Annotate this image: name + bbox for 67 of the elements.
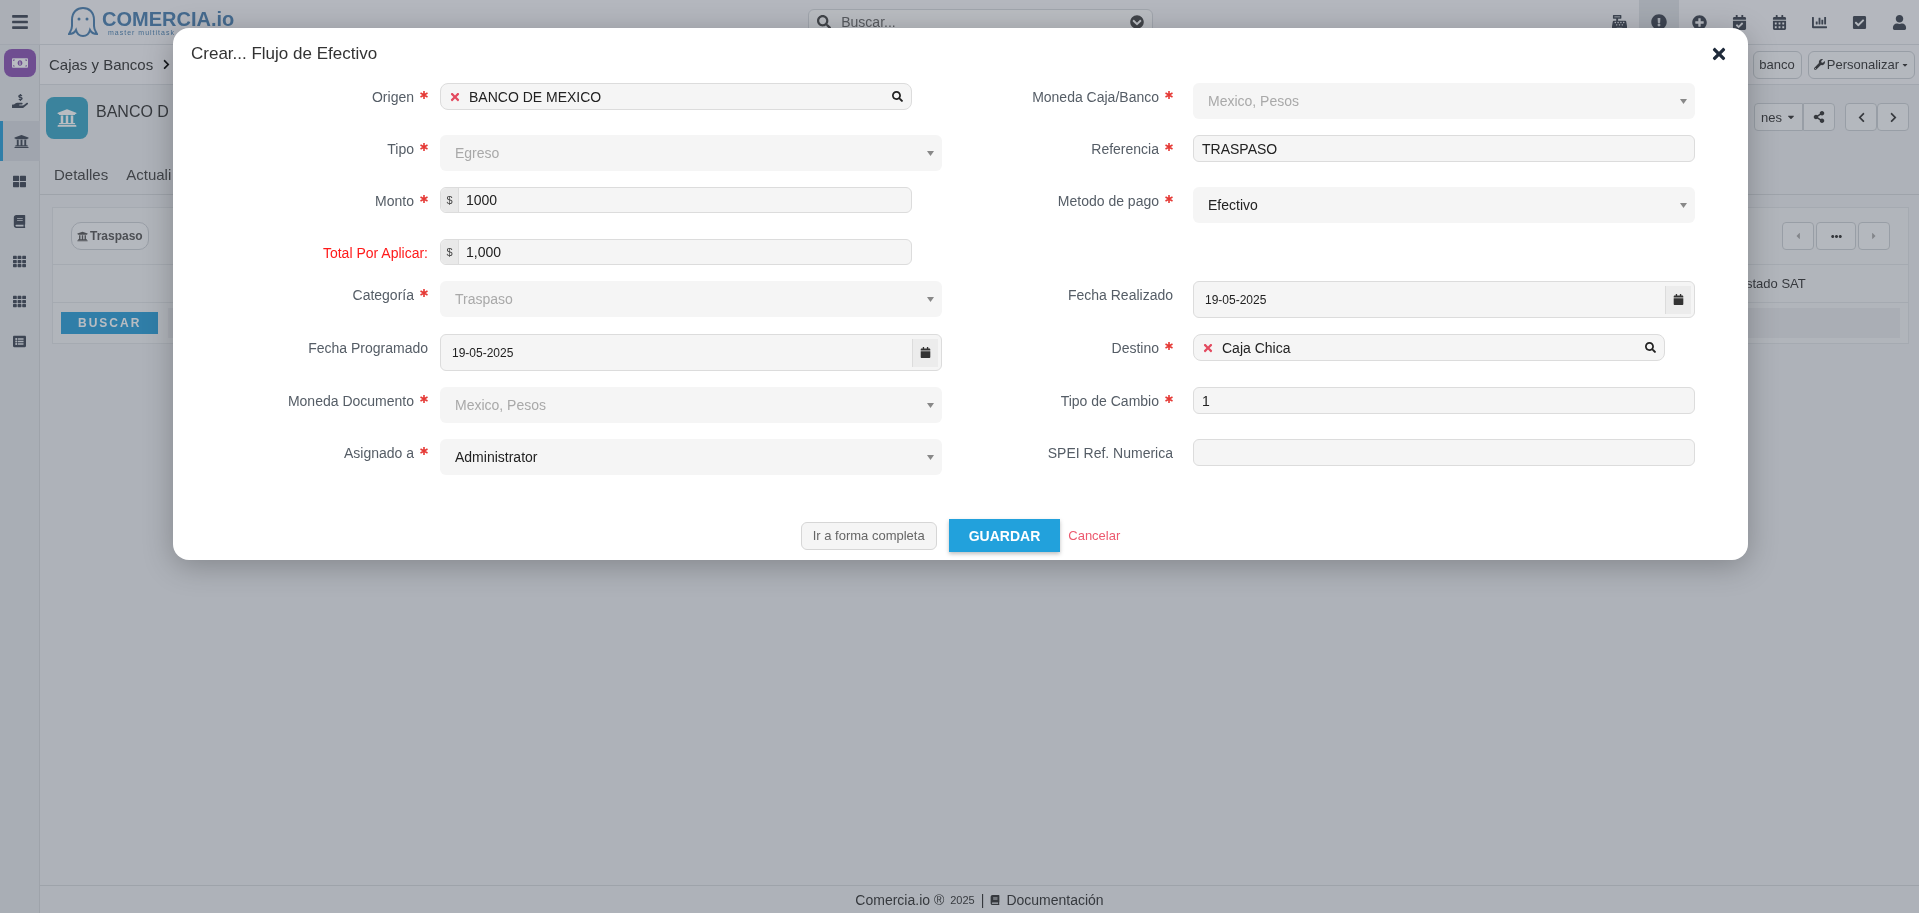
column-header: stado SAT bbox=[1746, 276, 1807, 291]
dropdown-caret-icon bbox=[927, 150, 934, 156]
field-label: Tipo bbox=[387, 141, 414, 157]
input-field[interactable] bbox=[1193, 439, 1695, 466]
cancel-link[interactable]: Cancelar bbox=[1068, 528, 1121, 543]
field-label: Categoría bbox=[352, 287, 414, 303]
field-label: Total Por Aplicar: bbox=[322, 245, 428, 261]
wrench-icon bbox=[1813, 59, 1825, 70]
field-label: Monto bbox=[375, 193, 414, 209]
date-field[interactable]: 19-05-2025 bbox=[440, 334, 942, 371]
dropdown-caret-icon bbox=[927, 296, 934, 302]
tab[interactable]: Actuali bbox=[126, 166, 172, 183]
dropdown-caret-icon bbox=[927, 402, 934, 408]
input-field[interactable]: 1 bbox=[1193, 387, 1695, 414]
filter-button[interactable]: Traspaso bbox=[71, 222, 149, 250]
book-icon bbox=[990, 894, 1001, 905]
calendar-icon[interactable] bbox=[1665, 285, 1691, 314]
field-label: Destino bbox=[1111, 340, 1159, 356]
field-label: Origen bbox=[371, 89, 414, 105]
share-icon bbox=[1813, 111, 1825, 123]
calendar-icon[interactable] bbox=[912, 338, 938, 367]
logo-name: COMERCIA.io bbox=[102, 8, 235, 29]
search-icon bbox=[817, 15, 832, 29]
field-label: Metodo de pago bbox=[1057, 193, 1159, 209]
amount-field[interactable]: $ 1000 bbox=[440, 187, 912, 213]
search-select-field[interactable]: BANCO DE MEXICO bbox=[440, 83, 912, 110]
field-label: SPEI Ref. Numerica bbox=[1047, 445, 1173, 461]
field-label: Moneda Documento bbox=[287, 393, 414, 409]
close-button[interactable] bbox=[1710, 45, 1728, 63]
footer-brand: Comercia.io ® bbox=[855, 891, 945, 908]
field-label: Referencia bbox=[1091, 141, 1159, 157]
field-label: Tipo de Cambio bbox=[1060, 393, 1159, 409]
bank-icon bbox=[77, 230, 88, 242]
footer-separator: | bbox=[980, 891, 985, 908]
breadcrumb-link[interactable]: Cajas y Bancos bbox=[49, 56, 154, 73]
header-button[interactable]: banco bbox=[1753, 50, 1802, 79]
clear-icon[interactable] bbox=[449, 90, 461, 103]
dropdown-icon[interactable] bbox=[1130, 15, 1145, 29]
record-title: BANCO D bbox=[96, 103, 169, 121]
bank-icon[interactable] bbox=[0, 121, 40, 161]
field-label: Fecha Programado bbox=[308, 340, 428, 356]
menu-icon[interactable] bbox=[11, 13, 29, 31]
search-icon[interactable] bbox=[892, 91, 903, 102]
amount-field[interactable]: $ 1,000 bbox=[440, 239, 912, 265]
select-field[interactable]: Efectivo bbox=[1193, 187, 1695, 223]
actions-button[interactable]: nes bbox=[1754, 103, 1803, 131]
money-icon[interactable] bbox=[3, 49, 36, 77]
full-form-button[interactable]: Ir a forma completa bbox=[800, 521, 937, 550]
field-label: Asignado a bbox=[343, 445, 414, 461]
input-field[interactable]: TRASPASO bbox=[1193, 135, 1695, 162]
clear-icon[interactable] bbox=[1202, 341, 1214, 354]
dropdown-caret-icon bbox=[927, 454, 934, 460]
dropdown-caret-icon bbox=[1680, 98, 1687, 104]
bank-icon bbox=[46, 97, 88, 139]
select-field[interactable]: Administrator bbox=[440, 439, 942, 475]
search-select-field[interactable]: Caja Chica bbox=[1193, 334, 1665, 361]
search-icon[interactable] bbox=[1645, 342, 1656, 353]
field-label: Moneda Caja/Banco bbox=[1032, 89, 1159, 105]
tab[interactable]: Detalles bbox=[54, 166, 109, 183]
modal-title: Crear... Flujo de Efectivo bbox=[191, 44, 378, 64]
documentation-link[interactable]: Documentación bbox=[1006, 891, 1104, 908]
share-button[interactable] bbox=[1803, 103, 1835, 131]
footer-year: 2025 bbox=[950, 893, 975, 906]
field-label: Fecha Realizado bbox=[1067, 287, 1173, 303]
octopus-logo-icon bbox=[68, 6, 98, 38]
customize-button[interactable]: Personalizar bbox=[1807, 50, 1915, 79]
date-field[interactable]: 19-05-2025 bbox=[1193, 281, 1695, 318]
